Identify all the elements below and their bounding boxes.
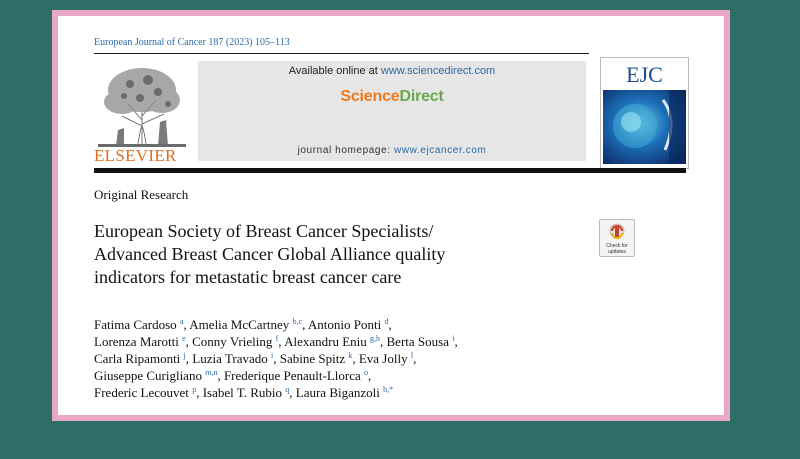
- sciencedirect-box: Available online at www.sciencedirect.co…: [198, 61, 586, 161]
- pink-frame: European Journal of Cancer 187 (2023) 10…: [52, 10, 730, 421]
- elsevier-wordmark: ELSEVIER: [94, 146, 177, 165]
- check-for-updates-button[interactable]: Check for updates: [599, 219, 635, 257]
- affiliation-link[interactable]: g,h: [370, 334, 380, 343]
- author-name: Lorenza Marotti: [94, 334, 179, 349]
- author-name: Conny Vrieling: [192, 334, 273, 349]
- sciencedirect-logo: ScienceDirect: [198, 88, 586, 106]
- author-line: Frederic Lecouvet p, Isabel T. Rubio q, …: [94, 384, 694, 401]
- journal-homepage-label: journal homepage:: [297, 145, 394, 156]
- author-separator: ,: [413, 351, 417, 366]
- journal-cover-image: [603, 90, 686, 164]
- author-list: Fatima Cardoso a, Amelia McCartney b,c, …: [94, 316, 694, 401]
- author-name: Carla Ripamonti: [94, 351, 181, 366]
- author-line: Giuseppe Curigliano m,n, Frederique Pena…: [94, 367, 694, 384]
- sciencedirect-link[interactable]: www.sciencedirect.com: [381, 65, 495, 77]
- article-title-line: European Society of Breast Cancer Specia…: [94, 221, 434, 241]
- author-line: Fatima Cardoso a, Amelia McCartney b,c, …: [94, 316, 694, 333]
- affiliation-link[interactable]: m,n: [205, 368, 217, 377]
- author-separator: ,: [454, 334, 458, 349]
- available-online-label: Available online at: [288, 65, 381, 77]
- author-separator: ,: [368, 368, 372, 383]
- sciencedirect-logo-science: Science: [340, 88, 400, 105]
- journal-homepage-link[interactable]: www.ejcancer.com: [394, 145, 486, 156]
- journal-citation[interactable]: European Journal of Cancer 187 (2023) 10…: [94, 37, 290, 48]
- author-name: Isabel T. Rubio: [202, 385, 283, 400]
- author-line: Lorenza Marotti e, Conny Vrieling f, Ale…: [94, 333, 694, 350]
- author-name: Frederic Lecouvet: [94, 385, 189, 400]
- author-name: Berta Sousa: [386, 334, 449, 349]
- author-name: Antonio Ponti: [307, 317, 382, 332]
- article-title-line: Advanced Breast Cancer Global Alliance q…: [94, 244, 446, 264]
- author-name: Sabine Spitz: [279, 351, 346, 366]
- author-name: Fatima Cardoso: [94, 317, 177, 332]
- affiliation-link[interactable]: b,c: [293, 317, 303, 326]
- available-online: Available online at www.sciencedirect.co…: [198, 65, 586, 77]
- author-name: Luzia Travado: [192, 351, 268, 366]
- author-name: Eva Jolly: [358, 351, 408, 366]
- journal-homepage: journal homepage: www.ejcancer.com: [198, 145, 586, 156]
- article-title: European Society of Breast Cancer Specia…: [94, 220, 574, 289]
- affiliation-link[interactable]: b,*: [383, 385, 393, 394]
- author-name: Laura Biganzoli: [295, 385, 380, 400]
- author-name: Frederique Penault-Llorca: [223, 368, 361, 383]
- author-name: Giuseppe Curigliano: [94, 368, 202, 383]
- journal-cover: EJC: [600, 57, 689, 169]
- author-name: Alexandru Eniu: [284, 334, 367, 349]
- author-line: Carla Ripamonti j, Luzia Travado i, Sabi…: [94, 350, 694, 367]
- paper-page: European Journal of Cancer 187 (2023) 10…: [58, 16, 724, 415]
- title-rule: [94, 168, 686, 173]
- check-for-updates-icon: [609, 223, 625, 240]
- check-for-updates-line: updates: [608, 249, 626, 255]
- header-rule: [94, 53, 589, 54]
- check-for-updates-label: Check for updates: [600, 243, 634, 255]
- article-title-line: indicators for metastatic breast cancer …: [94, 267, 402, 287]
- author-separator: ,: [388, 317, 392, 332]
- article-type: Original Research: [94, 187, 189, 202]
- journal-cover-title: EJC: [626, 62, 663, 87]
- author-name: Amelia McCartney: [189, 317, 290, 332]
- sciencedirect-logo-direct: Direct: [399, 88, 444, 105]
